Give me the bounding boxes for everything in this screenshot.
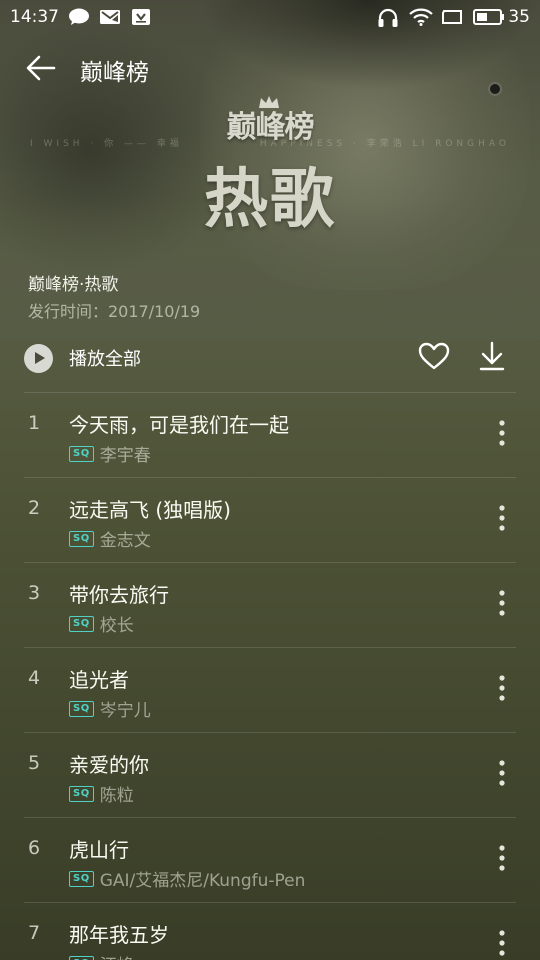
sq-badge: SQ bbox=[69, 955, 94, 960]
screen-icon bbox=[441, 8, 463, 26]
song-meta: SQ 陈粒 bbox=[69, 781, 134, 806]
song-rank: 1 bbox=[28, 412, 41, 434]
play-all-button[interactable]: 播放全部 bbox=[24, 343, 141, 373]
song-rank: 4 bbox=[28, 667, 41, 689]
more-options-button[interactable] bbox=[488, 757, 516, 793]
song-title: 今天雨，可是我们在一起 bbox=[69, 413, 289, 437]
download-icon bbox=[478, 341, 506, 375]
more-vertical-icon bbox=[499, 760, 505, 790]
song-artist: 岑宁儿 bbox=[99, 701, 151, 721]
heart-outline-icon bbox=[418, 342, 450, 374]
song-list: 1 今天雨，可是我们在一起 SQ 李宇春 2 远走高飞 (独唱版) SQ 金志文 bbox=[24, 392, 516, 960]
status-time: 14:37 bbox=[10, 7, 59, 27]
song-title: 亲爱的你 bbox=[69, 753, 149, 777]
song-row[interactable]: 7 那年我五岁 SQ 汪峰 bbox=[24, 902, 516, 960]
song-row[interactable]: 6 虎山行 SQ GAI/艾福杰尼/Kungfu-Pen bbox=[24, 817, 516, 902]
favorite-button[interactable] bbox=[414, 338, 454, 378]
back-button[interactable] bbox=[16, 45, 66, 95]
page-title: 巅峰榜 bbox=[80, 60, 149, 86]
more-options-button[interactable] bbox=[488, 842, 516, 878]
more-options-button[interactable] bbox=[488, 672, 516, 708]
song-rank: 5 bbox=[28, 752, 41, 774]
sq-badge: SQ bbox=[69, 785, 94, 802]
download-button[interactable] bbox=[472, 338, 512, 378]
song-meta: SQ 李宇春 bbox=[69, 441, 151, 466]
song-artist: GAI/艾福杰尼/Kungfu-Pen bbox=[99, 871, 306, 891]
song-row[interactable]: 3 带你去旅行 SQ 校长 bbox=[24, 562, 516, 647]
more-vertical-icon bbox=[499, 845, 505, 875]
top-bar: 巅峰榜 bbox=[0, 44, 540, 96]
song-row[interactable]: 1 今天雨，可是我们在一起 SQ 李宇春 bbox=[24, 392, 516, 477]
song-row[interactable]: 4 追光者 SQ 岑宁儿 bbox=[24, 647, 516, 732]
sq-badge: SQ bbox=[69, 615, 94, 632]
album-name: 巅峰榜·热歌 bbox=[28, 275, 119, 295]
more-vertical-icon bbox=[499, 420, 505, 450]
more-vertical-icon bbox=[499, 505, 505, 535]
more-options-button[interactable] bbox=[488, 502, 516, 538]
song-row[interactable]: 5 亲爱的你 SQ 陈粒 bbox=[24, 732, 516, 817]
more-options-button[interactable] bbox=[488, 587, 516, 623]
song-title: 虎山行 bbox=[69, 838, 129, 862]
action-bar: 播放全部 bbox=[0, 336, 540, 380]
headphones-icon bbox=[377, 8, 399, 27]
status-bar: 14:37 35 bbox=[0, 0, 540, 34]
arrow-left-icon bbox=[26, 55, 56, 85]
play-icon bbox=[24, 343, 53, 373]
release-date: 发行时间：2017/10/19 bbox=[28, 302, 201, 321]
chart-name-cover: 热歌 bbox=[204, 163, 336, 237]
screen: I WISH · 你 —— 幸福 HAPPINESS · 李荣浩 LI RONG… bbox=[0, 0, 540, 960]
battery-level: 35 bbox=[508, 7, 530, 27]
play-all-label: 播放全部 bbox=[69, 349, 141, 370]
more-options-button[interactable] bbox=[488, 927, 516, 960]
song-title: 带你去旅行 bbox=[69, 583, 169, 607]
sq-badge: SQ bbox=[69, 700, 94, 717]
song-artist: 陈粒 bbox=[99, 786, 134, 806]
sq-badge: SQ bbox=[69, 445, 94, 462]
song-meta: SQ 金志文 bbox=[69, 526, 151, 551]
song-rank: 3 bbox=[28, 582, 41, 604]
chart-logo: 巅峰榜 bbox=[226, 110, 315, 145]
song-artist: 李宇春 bbox=[99, 446, 151, 466]
song-meta: SQ 校长 bbox=[69, 611, 134, 636]
song-rank: 7 bbox=[28, 922, 41, 944]
more-vertical-icon bbox=[499, 590, 505, 620]
mail-icon bbox=[99, 8, 121, 26]
song-title: 远走高飞 (独唱版) bbox=[69, 498, 231, 522]
sq-badge: SQ bbox=[69, 530, 94, 547]
battery-icon: 35 bbox=[473, 7, 530, 27]
wifi-icon bbox=[409, 8, 434, 26]
song-rank: 2 bbox=[28, 497, 41, 519]
song-title: 那年我五岁 bbox=[69, 923, 169, 947]
shield-download-icon bbox=[130, 8, 152, 26]
song-artist: 金志文 bbox=[99, 531, 151, 551]
more-vertical-icon bbox=[499, 930, 505, 960]
song-meta: SQ 岑宁儿 bbox=[69, 696, 151, 721]
more-vertical-icon bbox=[499, 675, 505, 705]
chat-bubble-icon bbox=[68, 8, 90, 26]
song-title: 追光者 bbox=[69, 668, 129, 692]
song-artist: 汪峰 bbox=[100, 951, 134, 960]
song-meta: SQ 汪峰 bbox=[69, 951, 134, 960]
more-options-button[interactable] bbox=[488, 417, 516, 453]
song-artist: 校长 bbox=[99, 616, 134, 636]
sq-badge: SQ bbox=[69, 870, 94, 887]
song-rank: 6 bbox=[28, 837, 41, 859]
song-meta: SQ GAI/艾福杰尼/Kungfu-Pen bbox=[69, 866, 305, 891]
song-row[interactable]: 2 远走高飞 (独唱版) SQ 金志文 bbox=[24, 477, 516, 562]
